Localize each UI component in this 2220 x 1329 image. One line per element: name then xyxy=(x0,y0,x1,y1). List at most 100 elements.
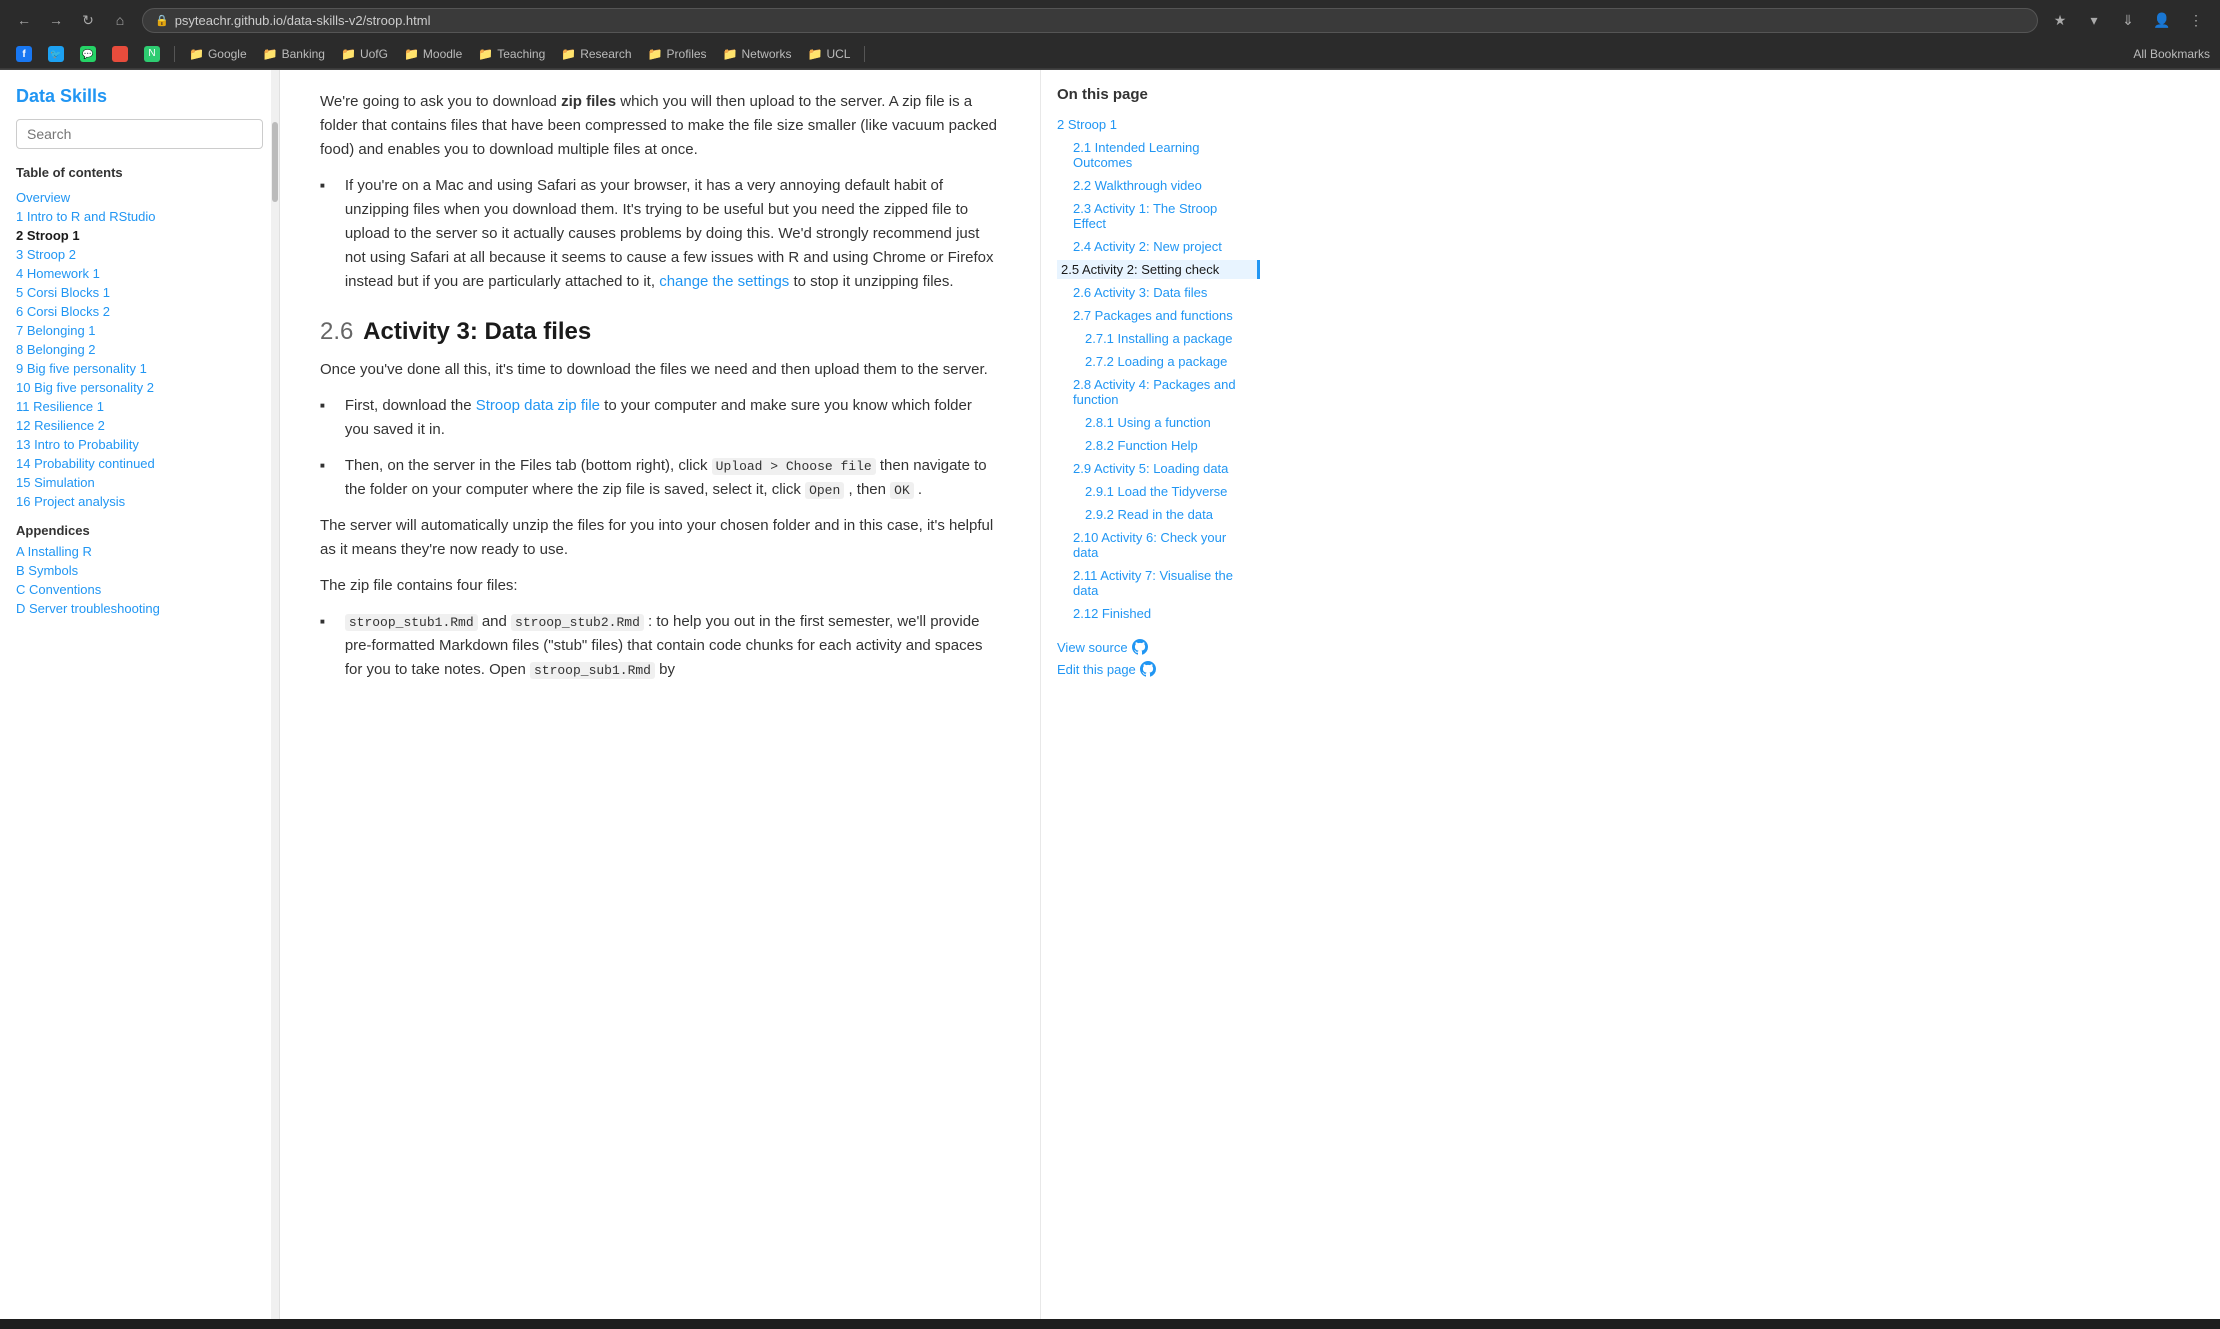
on-page-link-2-9[interactable]: 2.9 Activity 5: Loading data xyxy=(1073,461,1228,476)
toc-link-2[interactable]: 2 Stroop 1 xyxy=(16,228,80,243)
bookmark-star-button[interactable]: ★ xyxy=(2046,6,2074,34)
on-page-item-2-10[interactable]: 2.10 Activity 6: Check your data xyxy=(1057,528,1244,562)
toc-link-10[interactable]: 10 Big five personality 2 xyxy=(16,380,154,395)
toc-item-4[interactable]: 4 Homework 1 xyxy=(16,264,263,283)
bookmark-moodle[interactable]: 📁 Moodle xyxy=(398,45,468,63)
on-page-link-2-9-1[interactable]: 2.9.1 Load the Tidyverse xyxy=(1085,484,1227,499)
on-page-item-2-7-1[interactable]: 2.7.1 Installing a package xyxy=(1057,329,1244,348)
on-page-link-2-8-2[interactable]: 2.8.2 Function Help xyxy=(1085,438,1198,453)
on-page-link-2-3[interactable]: 2.3 Activity 1: The Stroop Effect xyxy=(1073,201,1217,231)
on-page-item-2-7-2[interactable]: 2.7.2 Loading a package xyxy=(1057,352,1244,371)
on-page-item-2-8[interactable]: 2.8 Activity 4: Packages and function xyxy=(1057,375,1244,409)
toc-item-16[interactable]: 16 Project analysis xyxy=(16,492,263,511)
bookmark-teaching[interactable]: 📁 Teaching xyxy=(472,45,551,63)
edit-page-link[interactable]: Edit this page xyxy=(1057,661,1244,677)
toc-link-1[interactable]: 1 Intro to R and RStudio xyxy=(16,209,155,224)
toc-link-15[interactable]: 15 Simulation xyxy=(16,475,95,490)
toc-item-a[interactable]: A Installing R xyxy=(16,542,263,561)
extensions-button[interactable]: ▾ xyxy=(2080,6,2108,34)
on-page-link-2-9-2[interactable]: 2.9.2 Read in the data xyxy=(1085,507,1213,522)
toc-link-8[interactable]: 8 Belonging 2 xyxy=(16,342,96,357)
menu-button[interactable]: ⋮ xyxy=(2182,6,2210,34)
stroop-zip-link[interactable]: Stroop data zip file xyxy=(476,397,600,414)
toc-item-2[interactable]: 2 Stroop 1 xyxy=(16,226,263,245)
bookmark-profiles[interactable]: 📁 Profiles xyxy=(642,45,713,63)
bookmark-google[interactable]: 📁 Google xyxy=(183,45,253,63)
toc-item-9[interactable]: 9 Big five personality 1 xyxy=(16,359,263,378)
on-page-link-2-1[interactable]: 2.1 Intended Learning Outcomes xyxy=(1073,140,1200,170)
toc-item-12[interactable]: 12 Resilience 2 xyxy=(16,416,263,435)
toc-link-11[interactable]: 11 Resilience 1 xyxy=(16,399,104,414)
on-page-link-2-10[interactable]: 2.10 Activity 6: Check your data xyxy=(1073,530,1226,560)
on-page-item-stroop1[interactable]: 2 Stroop 1 xyxy=(1057,115,1244,134)
profile-button[interactable]: 👤 xyxy=(2148,6,2176,34)
toc-link-7[interactable]: 7 Belonging 1 xyxy=(16,323,96,338)
download-button[interactable]: ⇓ xyxy=(2114,6,2142,34)
toc-item-5[interactable]: 5 Corsi Blocks 1 xyxy=(16,283,263,302)
toc-link-b[interactable]: B Symbols xyxy=(16,563,78,578)
all-bookmarks-link[interactable]: All Bookmarks xyxy=(2133,47,2210,61)
on-page-item-2-5[interactable]: 2.5 Activity 2: Setting check xyxy=(1057,260,1260,279)
on-page-item-2-1[interactable]: 2.1 Intended Learning Outcomes xyxy=(1057,138,1244,172)
toc-item-11[interactable]: 11 Resilience 1 xyxy=(16,397,263,416)
toc-link-6[interactable]: 6 Corsi Blocks 2 xyxy=(16,304,110,319)
toc-link-a[interactable]: A Installing R xyxy=(16,544,92,559)
toc-item-d[interactable]: D Server troubleshooting xyxy=(16,599,263,618)
bookmark-unknown1[interactable] xyxy=(106,44,134,64)
bookmark-networks[interactable]: 📁 Networks xyxy=(717,45,798,63)
scrollbar-thumb[interactable] xyxy=(272,122,278,202)
view-source-link[interactable]: View source xyxy=(1057,639,1244,655)
on-page-item-2-8-1[interactable]: 2.8.1 Using a function xyxy=(1057,413,1244,432)
toc-link-5[interactable]: 5 Corsi Blocks 1 xyxy=(16,285,110,300)
nav-back-button[interactable]: ← xyxy=(10,6,38,34)
on-page-link-2-6[interactable]: 2.6 Activity 3: Data files xyxy=(1073,285,1207,300)
on-page-item-2-2[interactable]: 2.2 Walkthrough video xyxy=(1057,176,1244,195)
toc-link-14[interactable]: 14 Probability continued xyxy=(16,456,155,471)
bookmark-research[interactable]: 📁 Research xyxy=(555,45,637,63)
on-page-item-2-11[interactable]: 2.11 Activity 7: Visualise the data xyxy=(1057,566,1244,600)
bookmark-ucl[interactable]: 📁 UCL xyxy=(802,45,857,63)
on-page-item-2-4[interactable]: 2.4 Activity 2: New project xyxy=(1057,237,1244,256)
toc-item-7[interactable]: 7 Belonging 1 xyxy=(16,321,263,340)
toc-item-6[interactable]: 6 Corsi Blocks 2 xyxy=(16,302,263,321)
on-page-link-2-4[interactable]: 2.4 Activity 2: New project xyxy=(1073,239,1222,254)
on-page-item-2-9-1[interactable]: 2.9.1 Load the Tidyverse xyxy=(1057,482,1244,501)
toc-link-9[interactable]: 9 Big five personality 1 xyxy=(16,361,147,376)
toc-link-c[interactable]: C Conventions xyxy=(16,582,101,597)
address-bar[interactable]: 🔒 psyteachr.github.io/data-skills-v2/str… xyxy=(142,8,2038,33)
nav-refresh-button[interactable]: ↻ xyxy=(74,6,102,34)
bookmark-uofg[interactable]: 📁 UofG xyxy=(335,45,394,63)
on-page-link-2-7-2[interactable]: 2.7.2 Loading a package xyxy=(1085,354,1227,369)
bookmark-whatsapp[interactable]: 💬 xyxy=(74,44,102,64)
on-page-link-2-7[interactable]: 2.7 Packages and functions xyxy=(1073,308,1233,323)
nav-forward-button[interactable]: → xyxy=(42,6,70,34)
toc-item-13[interactable]: 13 Intro to Probability xyxy=(16,435,263,454)
on-page-link-2-5[interactable]: 2.5 Activity 2: Setting check xyxy=(1061,262,1219,277)
on-page-link-2-8-1[interactable]: 2.8.1 Using a function xyxy=(1085,415,1211,430)
on-page-item-2-6[interactable]: 2.6 Activity 3: Data files xyxy=(1057,283,1244,302)
toc-item-b[interactable]: B Symbols xyxy=(16,561,263,580)
toc-item-1[interactable]: 1 Intro to R and RStudio xyxy=(16,207,263,226)
toc-link-d[interactable]: D Server troubleshooting xyxy=(16,601,160,616)
bookmark-n[interactable]: N xyxy=(138,44,166,64)
bookmark-banking[interactable]: 📁 Banking xyxy=(257,45,331,63)
on-page-item-2-12[interactable]: 2.12 Finished xyxy=(1057,604,1244,623)
toc-item-c[interactable]: C Conventions xyxy=(16,580,263,599)
toc-link-16[interactable]: 16 Project analysis xyxy=(16,494,125,509)
on-page-item-2-8-2[interactable]: 2.8.2 Function Help xyxy=(1057,436,1244,455)
toc-item-14[interactable]: 14 Probability continued xyxy=(16,454,263,473)
bookmark-twitter[interactable]: 🐦 xyxy=(42,44,70,64)
toc-link-4[interactable]: 4 Homework 1 xyxy=(16,266,100,281)
toc-link-12[interactable]: 12 Resilience 2 xyxy=(16,418,105,433)
on-page-item-2-9-2[interactable]: 2.9.2 Read in the data xyxy=(1057,505,1244,524)
search-input[interactable] xyxy=(16,119,263,149)
nav-home-button[interactable]: ⌂ xyxy=(106,6,134,34)
on-page-link-2-11[interactable]: 2.11 Activity 7: Visualise the data xyxy=(1073,568,1233,598)
on-page-link-2-7-1[interactable]: 2.7.1 Installing a package xyxy=(1085,331,1232,346)
toc-link-13[interactable]: 13 Intro to Probability xyxy=(16,437,139,452)
toc-link-overview[interactable]: Overview xyxy=(16,190,70,205)
toc-item-3[interactable]: 3 Stroop 2 xyxy=(16,245,263,264)
on-page-link-2-2[interactable]: 2.2 Walkthrough video xyxy=(1073,178,1202,193)
on-page-link-stroop1[interactable]: 2 Stroop 1 xyxy=(1057,117,1117,132)
toc-item-8[interactable]: 8 Belonging 2 xyxy=(16,340,263,359)
